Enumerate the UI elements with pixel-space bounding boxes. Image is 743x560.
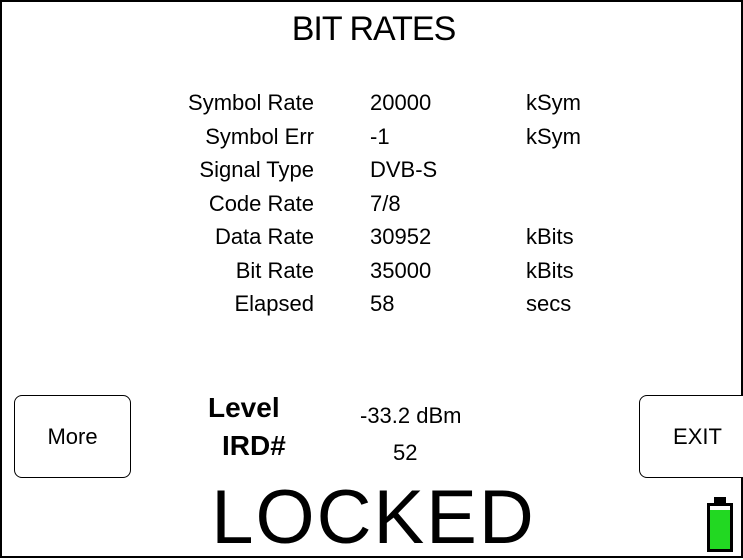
row-value: -1 (370, 123, 390, 149)
row-value: 7/8 (370, 190, 401, 216)
row-elapsed: Elapsed 58 secs (2, 291, 743, 325)
row-label: Bit Rate (235, 257, 314, 283)
row-unit: kSym (526, 90, 581, 115)
lock-status: LOCKED (211, 475, 536, 560)
battery-level-fill (710, 510, 730, 549)
page-title: BIT RATES (291, 10, 457, 48)
row-code-rate: Code Rate 7/8 (2, 191, 743, 225)
row-unit: kBits (526, 257, 574, 283)
row-value: DVB-S (370, 157, 438, 182)
exit-button[interactable]: EXIT (639, 395, 743, 478)
row-bit-rate: Bit Rate 35000 kBits (2, 258, 743, 292)
ird-value: 52 (393, 440, 418, 465)
row-label: Data Rate (214, 224, 314, 249)
bit-rate-table: Symbol Rate 20000 kSym Symbol Err -1 kSy… (2, 90, 743, 325)
more-button[interactable]: More (14, 395, 131, 478)
row-signal-type: Signal Type DVB-S (2, 157, 743, 191)
level-value: -33.2 dBm (360, 403, 462, 428)
row-label: Symbol Rate (188, 90, 314, 115)
row-data-rate: Data Rate 30952 kBits (2, 224, 743, 258)
row-value: 35000 (370, 257, 432, 283)
battery-icon (707, 497, 733, 552)
row-symbol-rate: Symbol Rate 20000 kSym (2, 90, 743, 124)
row-unit: secs (526, 291, 572, 316)
row-value: 58 (370, 291, 395, 316)
row-label: Code Rate (208, 190, 314, 216)
row-unit: kBits (526, 224, 574, 249)
row-label: Signal Type (199, 157, 314, 182)
row-value: 20000 (370, 90, 432, 115)
row-value: 30952 (370, 224, 432, 249)
row-unit: kSym (526, 123, 581, 149)
ird-label: IRD# (222, 430, 286, 461)
row-label: Symbol Err (205, 123, 314, 149)
battery-body (707, 503, 733, 552)
row-label: Elapsed (234, 291, 314, 316)
level-label: Level (208, 392, 280, 423)
screen-frame: BIT RATES Symbol Rate 20000 kSym Symbol … (0, 0, 743, 560)
row-symbol-err: Symbol Err -1 kSym (2, 124, 743, 158)
